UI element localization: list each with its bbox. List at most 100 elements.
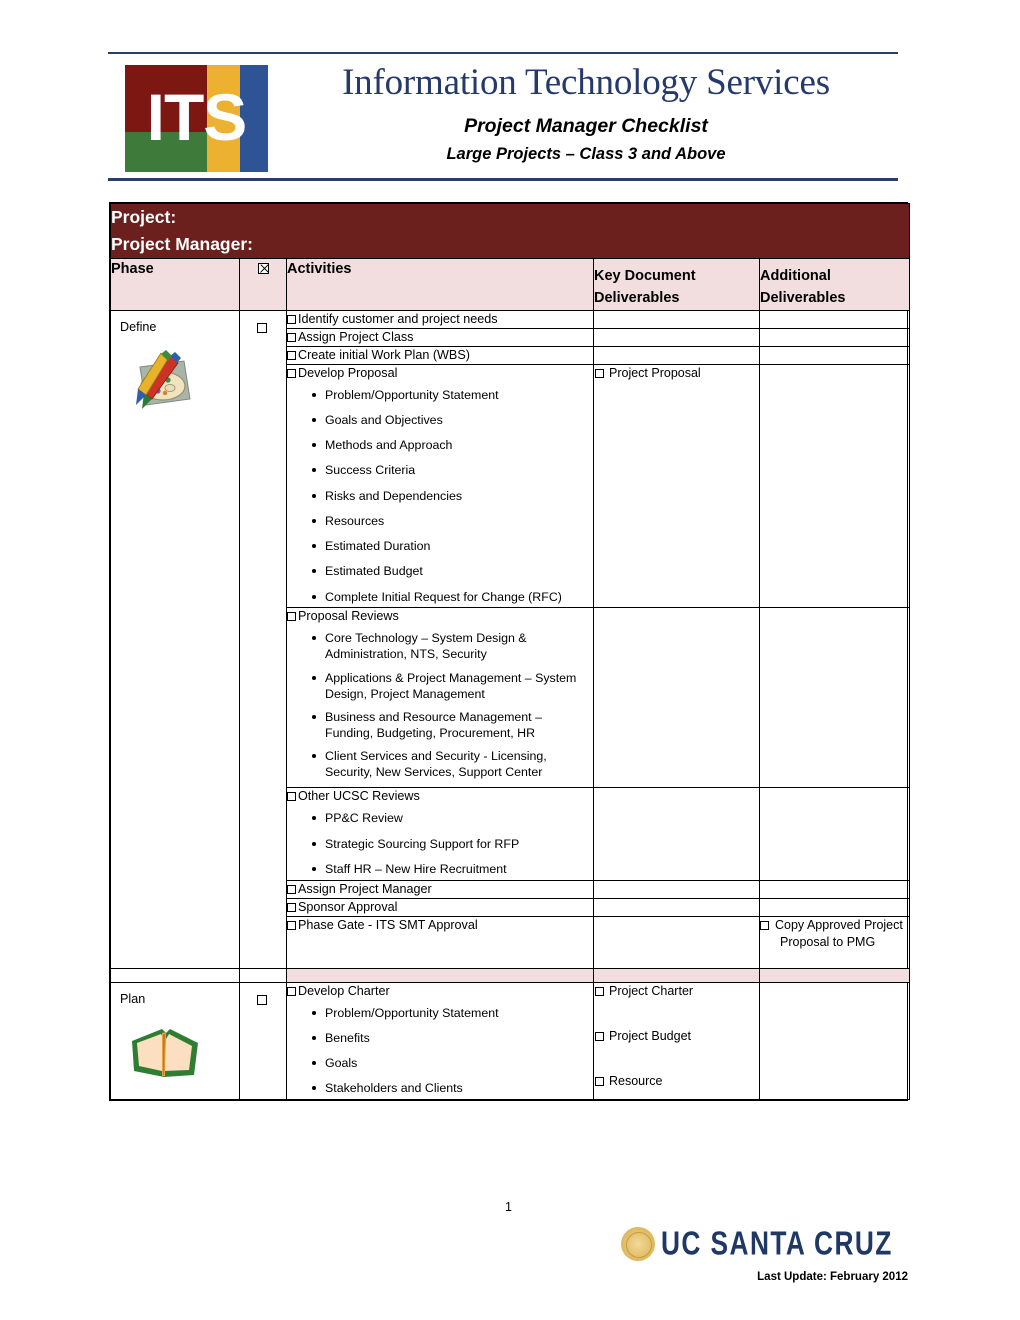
checkbox-icon[interactable]: [287, 986, 296, 996]
list-item: Estimated Duration: [312, 538, 593, 555]
activity-cell: Assign Project Manager: [286, 879, 594, 899]
checkbox-icon[interactable]: [760, 920, 769, 930]
activity-label: Develop Charter: [298, 983, 390, 998]
its-logo-text: ITS: [146, 79, 248, 154]
page-subtitle: Project Manager Checklist: [464, 114, 708, 137]
activity-text: Assign Project Class: [287, 329, 593, 346]
checkbox-icon[interactable]: [595, 1031, 604, 1041]
activity-text: Other UCSC Reviews: [287, 788, 593, 805]
activity-cell: Proposal Reviews Core Technology – Syste…: [286, 607, 594, 789]
checkbox-icon[interactable]: [287, 884, 296, 894]
list-item: Risks and Dependencies: [312, 488, 593, 505]
list-item: Problem/Opportunity Statement: [312, 387, 593, 404]
activity-label: Proposal Reviews: [298, 609, 399, 624]
phase-checkbox-plan[interactable]: [239, 981, 287, 1101]
column-header-check: [239, 258, 287, 311]
checklist-table: Project: Project Manager: Phase Activiti…: [109, 202, 911, 1101]
key-deliverable-cell: [593, 879, 760, 899]
additional-deliverable-cell: [758, 309, 911, 329]
project-manager-label: Project Manager:: [111, 234, 253, 255]
document-page: ITS Information Technology Services Proj…: [0, 0, 1020, 1320]
list-item: Problem/Opportunity Statement: [312, 1005, 593, 1022]
checkbox-icon[interactable]: [257, 322, 267, 333]
deliverable-label: Resource: [609, 1074, 663, 1089]
checkbox-icon[interactable]: [287, 350, 296, 360]
activity-label: Phase Gate - ITS SMT Approval: [298, 917, 478, 932]
header-titles: Information Technology Services Project …: [268, 63, 898, 164]
activity-sublist: Core Technology – System Design & Admini…: [287, 630, 593, 780]
activity-text: Develop Charter: [287, 983, 593, 1000]
list-item: Stakeholders and Clients: [312, 1080, 593, 1097]
project-label: Project:: [111, 207, 177, 227]
checkbox-icon[interactable]: [287, 612, 296, 622]
checkbox-icon[interactable]: [287, 368, 296, 378]
deliverable-label: Project Proposal: [609, 365, 701, 380]
activity-cell: Identify customer and project needs: [286, 309, 594, 329]
key-deliverable-cell: [593, 897, 760, 917]
last-update-label: Last Update: February 2012: [757, 1271, 908, 1283]
open-book-icon: [126, 1019, 233, 1090]
additional-deliverable-cell: [758, 363, 911, 609]
list-item: Applications & Project Management – Syst…: [312, 670, 593, 702]
deliverable-label: Copy Approved Project Proposal to PMG: [775, 917, 903, 949]
ucsc-logo: UC SANTA CRUZ: [621, 1227, 908, 1261]
activity-cell: Develop Proposal Problem/Opportunity Sta…: [286, 363, 594, 609]
its-logo: ITS: [125, 65, 268, 172]
checkbox-icon[interactable]: [595, 368, 604, 378]
ucsc-seal-icon: [621, 1227, 656, 1261]
activity-text: Sponsor Approval: [287, 899, 593, 916]
activity-text: Identify customer and project needs: [287, 311, 593, 328]
list-item: Business and Resource Management – Fundi…: [312, 709, 593, 741]
activity-sublist: Problem/Opportunity Statement Benefits G…: [287, 1005, 593, 1097]
table-row: Define Identify customer and project nee…: [110, 309, 911, 969]
list-item: Client Services and Security - Licensing…: [312, 748, 593, 780]
column-header-key-line1: Key Document: [594, 268, 696, 285]
activity-label: Identify customer and project needs: [298, 311, 498, 326]
ucsc-wordmark: UC SANTA CRUZ: [661, 1225, 894, 1262]
deliverable-item: Copy Approved Project Proposal to PMG: [760, 917, 909, 952]
checkbox-icon[interactable]: [595, 1077, 604, 1087]
key-deliverable-cell: [593, 345, 760, 365]
list-item: Core Technology – System Design & Admini…: [312, 630, 593, 662]
additional-deliverable-cell: [758, 879, 911, 899]
project-banner-cell: Project: Project Manager:: [109, 202, 911, 260]
checkbox-icon[interactable]: [287, 332, 296, 342]
project-banner-row: Project: Project Manager:: [109, 202, 911, 260]
activity-text: Proposal Reviews: [287, 608, 593, 625]
checkbox-icon[interactable]: [287, 920, 296, 930]
activity-cell: Phase Gate - ITS SMT Approval: [286, 915, 594, 969]
activity-text: Develop Proposal: [287, 365, 593, 382]
checkbox-icon[interactable]: [287, 314, 296, 324]
list-item: Strategic Sourcing Support for RFP: [312, 836, 593, 853]
additional-deliverable-cell: [758, 981, 911, 1101]
checkbox-icon[interactable]: [595, 986, 604, 996]
separator-phase-cell: [110, 968, 240, 983]
activity-label: Assign Project Class: [298, 329, 414, 344]
additional-deliverable-cell: Copy Approved Project Proposal to PMG: [758, 915, 911, 969]
column-header-key-line2: Deliverables: [594, 290, 680, 306]
phase-separator-row: [110, 967, 911, 983]
list-item: Estimated Budget: [312, 563, 593, 580]
list-item: Resources: [312, 513, 593, 530]
key-deliverable-cell: Project Charter Project Budget Resource: [593, 981, 760, 1101]
page-number: 1: [505, 1200, 512, 1214]
checkbox-icon[interactable]: [257, 994, 267, 1005]
checkbox-icon[interactable]: [287, 792, 296, 802]
separator-strip: [286, 967, 594, 983]
phase-cell-plan: Plan: [110, 981, 240, 1101]
deliverable-item: Resource: [594, 1073, 759, 1090]
phase-checkbox-define[interactable]: [239, 309, 287, 969]
list-item: PP&C Review: [312, 810, 593, 827]
key-deliverable-cell: [593, 915, 760, 969]
key-deliverable-cell: Project Proposal: [593, 363, 760, 609]
checkbox-icon[interactable]: [287, 902, 296, 912]
activity-text: Phase Gate - ITS SMT Approval: [287, 917, 593, 934]
key-deliverable-cell: [593, 309, 760, 329]
page-subtitle-secondary: Large Projects – Class 3 and Above: [446, 144, 726, 163]
activity-label: Develop Proposal: [298, 365, 398, 380]
activity-cell: Assign Project Class: [286, 327, 594, 347]
palette-icon: [126, 347, 233, 420]
additional-deliverable-cell: [758, 607, 911, 789]
activity-label: Other UCSC Reviews: [298, 789, 420, 804]
phase-label: Define: [120, 319, 157, 334]
